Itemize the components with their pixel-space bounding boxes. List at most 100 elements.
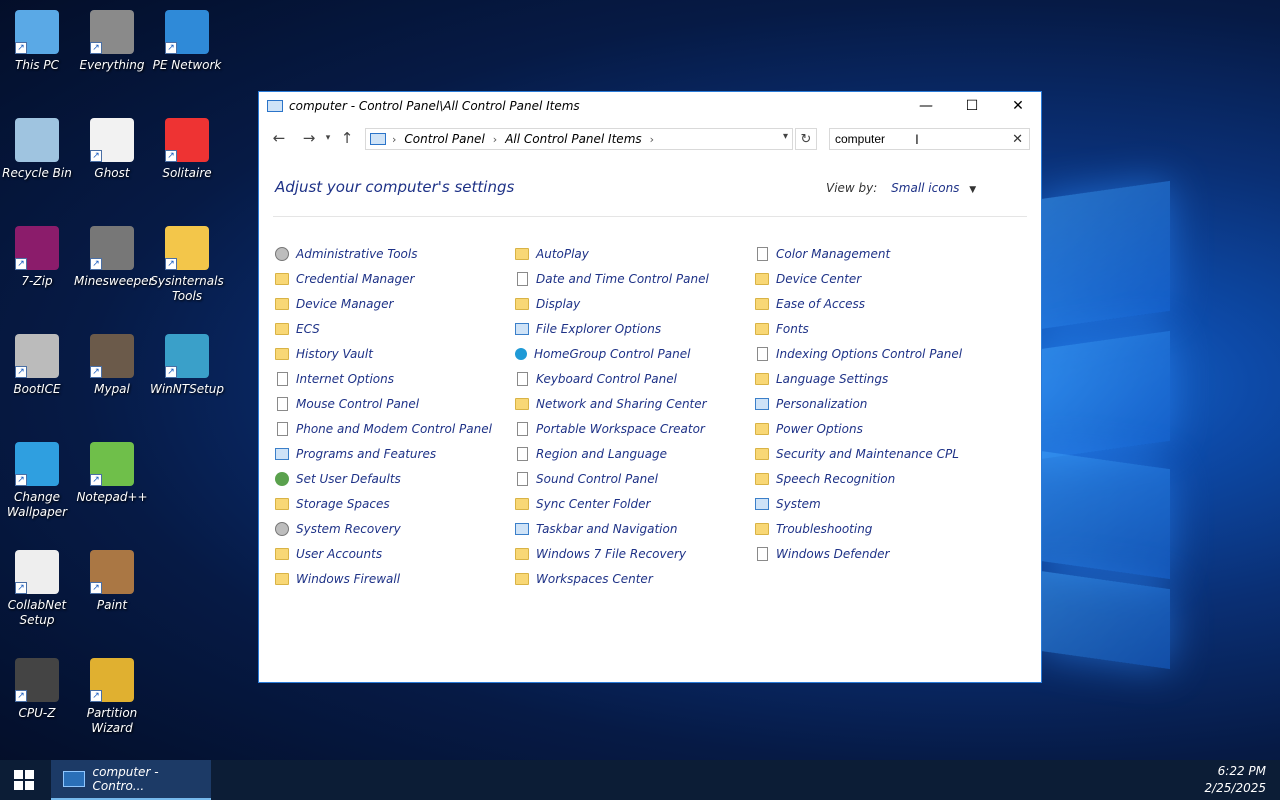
cp-item-homegroup-control-panel[interactable]: HomeGroup Control Panel (515, 344, 690, 364)
minimize-button[interactable]: — (903, 92, 949, 120)
breadcrumb-separator-icon[interactable]: › (392, 133, 396, 146)
cp-item-programs-and-features[interactable]: Programs and Features (275, 444, 436, 464)
taskbar-item-control-panel[interactable]: computer - Contro... (51, 760, 211, 800)
cp-item-windows-7-file-recovery[interactable]: Windows 7 File Recovery (515, 544, 686, 564)
cp-item-display[interactable]: Display (515, 294, 580, 314)
folder-icon (275, 548, 289, 560)
cp-item-taskbar-and-navigation[interactable]: Taskbar and Navigation (515, 519, 677, 539)
desktop-icon-mypal[interactable]: ↗ Mypal (74, 334, 150, 397)
cp-item-label: Speech Recognition (776, 472, 896, 486)
dropdown-caret-icon[interactable]: ▼ (969, 185, 976, 195)
search-input[interactable]: computer I ✕ (829, 128, 1030, 150)
forward-arrow-icon[interactable]: → (297, 126, 321, 150)
close-button[interactable]: ✕ (995, 92, 1041, 120)
title-bar[interactable]: computer - Control Panel\All Control Pan… (259, 92, 1041, 120)
start-button[interactable] (0, 760, 48, 800)
cp-item-network-and-sharing-center[interactable]: Network and Sharing Center (515, 394, 707, 414)
desktop-icon-solitaire[interactable]: ↗ Solitaire (149, 118, 225, 181)
clear-search-icon[interactable]: ✕ (1012, 131, 1023, 147)
cp-item-region-and-language[interactable]: Region and Language (515, 444, 667, 464)
cp-item-label: Sound Control Panel (536, 472, 658, 486)
folder-icon (275, 323, 289, 335)
desktop-icon-partition-wizard[interactable]: ↗ Partition Wizard (74, 658, 150, 736)
cp-item-personalization[interactable]: Personalization (755, 394, 867, 414)
doc-icon (517, 447, 528, 461)
desktop-icon-bootice[interactable]: ↗ BootICE (0, 334, 75, 397)
cp-item-indexing-options-control-panel[interactable]: Indexing Options Control Panel (755, 344, 962, 364)
cp-item-mouse-control-panel[interactable]: Mouse Control Panel (275, 394, 419, 414)
cp-item-credential-manager[interactable]: Credential Manager (275, 269, 414, 289)
cp-item-user-accounts[interactable]: User Accounts (275, 544, 382, 564)
desktop-icon-everything[interactable]: ↗ Everything (74, 10, 150, 73)
desktop-icon-winntsetup[interactable]: ↗ WinNTSetup (149, 334, 225, 397)
cp-item-history-vault[interactable]: History Vault (275, 344, 373, 364)
view-by-dropdown[interactable]: Small icons (891, 181, 959, 195)
desktop-icon-ghost[interactable]: ↗ Ghost (74, 118, 150, 181)
cp-item-sound-control-panel[interactable]: Sound Control Panel (515, 469, 658, 489)
desktop-icon-recycle-bin[interactable]: Recycle Bin (0, 118, 75, 181)
cp-item-date-and-time-control-panel[interactable]: Date and Time Control Panel (515, 269, 709, 289)
desktop-icon-pe-network[interactable]: ↗ PE Network (149, 10, 225, 73)
cp-item-file-explorer-options[interactable]: File Explorer Options (515, 319, 661, 339)
cp-item-device-manager[interactable]: Device Manager (275, 294, 393, 314)
breadcrumb-separator-icon[interactable]: › (650, 133, 654, 146)
cp-item-phone-and-modem-control-panel[interactable]: Phone and Modem Control Panel (275, 419, 492, 439)
desktop-icon-7-zip[interactable]: ↗ 7-Zip (0, 226, 75, 289)
cp-item-label: Administrative Tools (296, 247, 418, 261)
cp-item-autoplay[interactable]: AutoPlay (515, 244, 589, 264)
desktop-icon-minesweeper[interactable]: ↗ Minesweeper (74, 226, 154, 289)
app-icon (15, 118, 59, 162)
desktop-icon-collabnet-setup[interactable]: ↗ CollabNet Setup (0, 550, 75, 628)
cp-item-system-recovery[interactable]: System Recovery (275, 519, 401, 539)
cp-item-label: Portable Workspace Creator (536, 422, 705, 436)
cp-item-storage-spaces[interactable]: Storage Spaces (275, 494, 390, 514)
system-clock[interactable]: 6:22 PM 2/25/2025 (1204, 763, 1266, 797)
breadcrumb-separator-icon[interactable]: › (493, 133, 497, 146)
cp-item-color-management[interactable]: Color Management (755, 244, 890, 264)
folder-icon (275, 498, 289, 510)
shortcut-arrow-icon: ↗ (15, 690, 27, 702)
cp-item-speech-recognition[interactable]: Speech Recognition (755, 469, 895, 489)
desktop-icon-sysinternals-tools[interactable]: ↗ Sysinternals Tools (149, 226, 225, 304)
doc-icon (277, 397, 288, 411)
divider (273, 216, 1027, 217)
cp-item-windows-firewall[interactable]: Windows Firewall (275, 569, 400, 589)
cp-item-label: Color Management (776, 247, 891, 261)
desktop-icon-label: Minesweeper (74, 274, 154, 288)
cp-item-workspaces-center[interactable]: Workspaces Center (515, 569, 653, 589)
cp-item-label: Network and Sharing Center (536, 397, 707, 411)
address-dropdown-icon[interactable]: ▾ (783, 131, 788, 142)
desktop-icon-paint[interactable]: ↗ Paint (74, 550, 150, 613)
cp-item-set-user-defaults[interactable]: Set User Defaults (275, 469, 401, 489)
cp-item-fonts[interactable]: Fonts (755, 319, 809, 339)
shortcut-arrow-icon: ↗ (90, 690, 102, 702)
back-arrow-icon[interactable]: ← (267, 126, 291, 150)
cp-item-ease-of-access[interactable]: Ease of Access (755, 294, 865, 314)
desktop-icon-notepad-[interactable]: ↗ Notepad++ (74, 442, 150, 505)
cp-item-device-center[interactable]: Device Center (755, 269, 861, 289)
desktop-icon-this-pc[interactable]: ↗ This PC (0, 10, 75, 73)
maximize-button[interactable]: ☐ (949, 92, 995, 120)
cp-item-language-settings[interactable]: Language Settings (755, 369, 888, 389)
cp-item-internet-options[interactable]: Internet Options (275, 369, 394, 389)
cp-item-keyboard-control-panel[interactable]: Keyboard Control Panel (515, 369, 677, 389)
cp-item-portable-workspace-creator[interactable]: Portable Workspace Creator (515, 419, 705, 439)
breadcrumb-all-items[interactable]: All Control Panel Items (505, 132, 641, 146)
cp-item-power-options[interactable]: Power Options (755, 419, 863, 439)
address-bar[interactable]: › Control Panel › All Control Panel Item… (365, 128, 793, 150)
desktop-icon-cpu-z[interactable]: ↗ CPU-Z (0, 658, 75, 721)
recent-locations-chevron-icon[interactable]: ▾ (321, 126, 335, 150)
cp-item-administrative-tools[interactable]: Administrative Tools (275, 244, 418, 264)
cp-item-ecs[interactable]: ECS (275, 319, 320, 339)
refresh-icon[interactable]: ↻ (795, 128, 817, 150)
cp-item-security-and-maintenance-cpl[interactable]: Security and Maintenance CPL (755, 444, 959, 464)
up-arrow-icon[interactable]: ↑ (335, 126, 359, 150)
desktop-icon-change-wallpaper[interactable]: ↗ Change Wallpaper (0, 442, 75, 520)
breadcrumb-control-panel[interactable]: Control Panel (404, 132, 484, 146)
cp-item-troubleshooting[interactable]: Troubleshooting (755, 519, 872, 539)
app-icon: ↗ (165, 334, 209, 378)
app-icon (755, 498, 769, 510)
cp-item-windows-defender[interactable]: Windows Defender (755, 544, 889, 564)
cp-item-sync-center-folder[interactable]: Sync Center Folder (515, 494, 650, 514)
cp-item-system[interactable]: System (755, 494, 821, 514)
